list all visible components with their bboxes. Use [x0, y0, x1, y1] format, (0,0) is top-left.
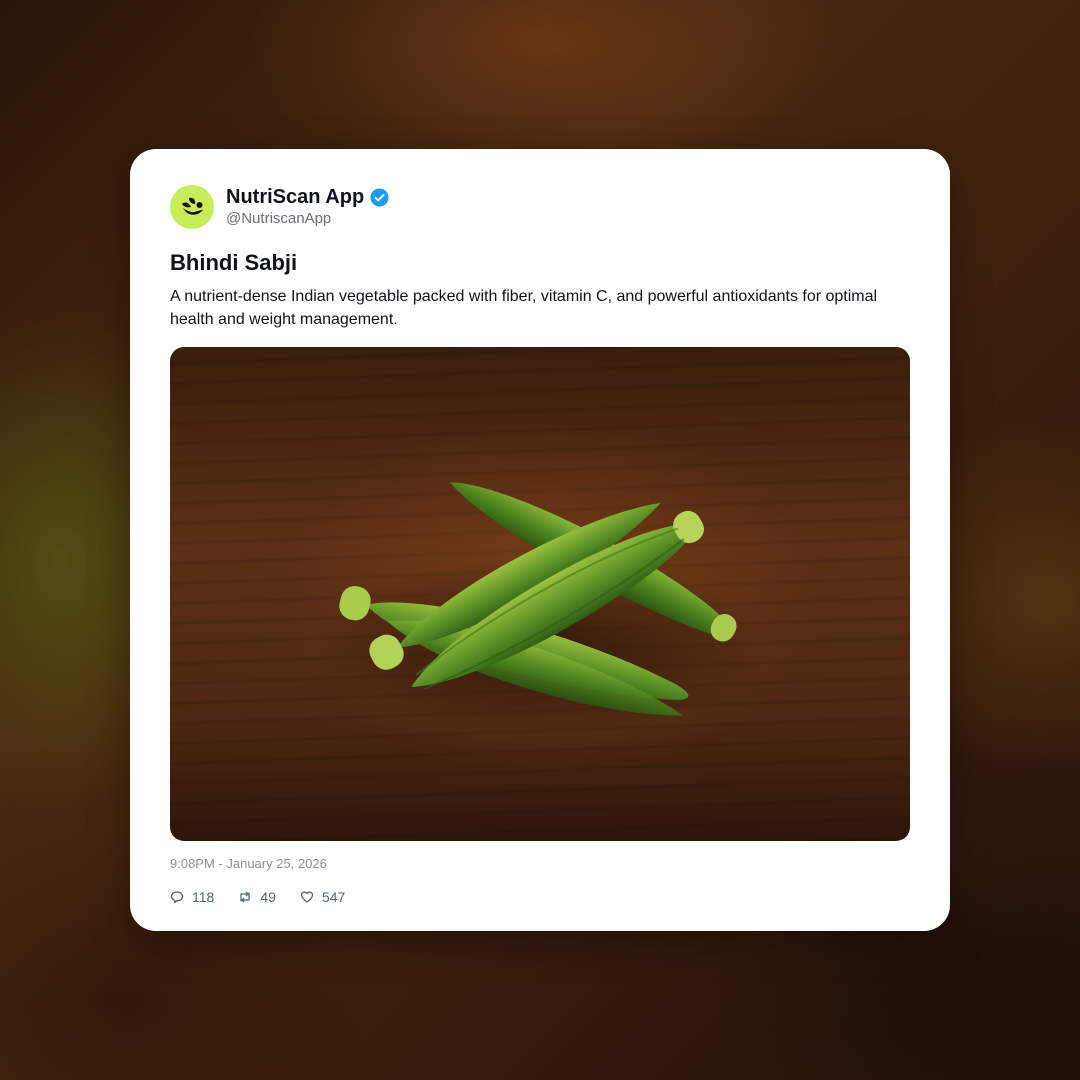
like-button[interactable]: 547 — [300, 889, 345, 905]
engagement-stats: 118 49 547 — [170, 887, 910, 907]
nutriscan-logo-icon — [182, 197, 203, 215]
repost-count: 49 — [260, 889, 276, 905]
repost-button[interactable]: 49 — [238, 889, 276, 905]
repost-icon — [240, 891, 250, 903]
reply-button[interactable]: 118 — [170, 889, 214, 905]
avatar[interactable] — [170, 185, 214, 229]
okra-illustration — [310, 482, 770, 737]
reply-count: 118 — [192, 889, 215, 905]
handle[interactable]: @NutriscanApp — [226, 209, 389, 229]
post-card: NutriScan App @NutriscanApp Bhindi Sabji… — [130, 149, 950, 931]
name-row: NutriScan App — [226, 185, 389, 209]
author-names: NutriScan App @NutriscanApp — [226, 185, 389, 229]
verified-badge-icon — [370, 187, 389, 207]
post-description: A nutrient-dense Indian vegetable packed… — [170, 288, 878, 328]
heart-icon — [300, 891, 314, 903]
post-header: NutriScan App @NutriscanApp — [170, 185, 910, 229]
post-image[interactable] — [170, 347, 910, 841]
comment-icon — [170, 891, 184, 904]
post-title: Bhindi Sabji — [170, 250, 298, 275]
display-name[interactable]: NutriScan App — [226, 185, 364, 209]
like-count: 547 — [321, 889, 346, 905]
post-timestamp: 9:08PM - January 25, 2026 — [170, 856, 327, 871]
